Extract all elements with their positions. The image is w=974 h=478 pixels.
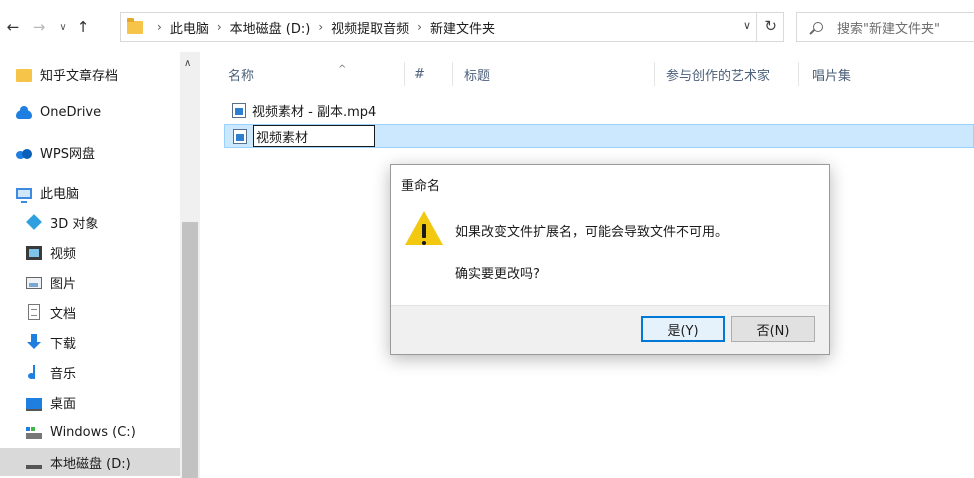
chevron-right-icon[interactable]: ›: [217, 20, 222, 34]
divider: [756, 13, 757, 41]
nav-item-label: 此电脑: [40, 186, 80, 202]
nav-item-label: 本地磁盘 (D:): [50, 456, 131, 472]
file-row-renaming[interactable]: [224, 124, 974, 148]
breadcrumb[interactable]: › 此电脑 › 本地磁盘 (D:) › 视频提取音频 › 新建文件夹 ∨ ↻: [120, 12, 784, 42]
arrow-left-icon: ←: [6, 18, 20, 36]
nav-item-downloads[interactable]: 下载: [0, 328, 180, 356]
scroll-up-arrow-icon[interactable]: ∧: [184, 58, 191, 69]
nav-item-onedrive[interactable]: OneDrive: [0, 98, 180, 126]
document-icon: [28, 304, 40, 320]
3d-objects-icon: [26, 214, 42, 230]
rename-input[interactable]: [253, 125, 375, 147]
music-icon: [26, 364, 42, 380]
breadcrumb-item[interactable]: 视频提取音频: [331, 18, 409, 37]
nav-item-drive-c[interactable]: Windows (C:): [0, 418, 180, 446]
drive-d-icon: [26, 464, 42, 469]
nav-item-wps[interactable]: WPS网盘: [0, 138, 180, 166]
nav-item-music[interactable]: 音乐: [0, 358, 180, 386]
download-icon: [26, 334, 42, 350]
column-header-album[interactable]: 唱片集: [812, 62, 912, 86]
file-row[interactable]: 视频素材 - 副本.mp4: [224, 98, 376, 122]
nav-item-label: Windows (C:): [50, 424, 136, 440]
computer-icon: [16, 187, 32, 203]
video-file-icon: [232, 102, 246, 118]
folder-icon: [16, 69, 32, 82]
dialog-message: 如果改变文件扩展名，可能会导致文件不可用。: [455, 225, 729, 240]
nav-item-this-pc[interactable]: 此电脑: [0, 178, 180, 206]
search-placeholder: 搜索"新建文件夹": [837, 21, 940, 37]
picture-icon: [26, 277, 42, 289]
arrow-right-icon: →: [32, 18, 46, 36]
drive-c-icon: [26, 426, 42, 439]
warning-icon-mark: [422, 224, 426, 238]
nav-item-label: 音乐: [50, 366, 77, 382]
forward-button[interactable]: →: [28, 16, 50, 38]
nav-item-label: 图片: [50, 276, 77, 292]
scrollbar-thumb[interactable]: [182, 222, 198, 478]
refresh-icon[interactable]: ↻: [764, 17, 777, 35]
column-divider[interactable]: [798, 62, 799, 86]
desktop-icon: [26, 397, 42, 411]
yes-button[interactable]: 是(Y): [641, 316, 725, 342]
folder-icon: [127, 17, 143, 34]
column-header-label: 参与创作的艺术家: [666, 68, 771, 84]
file-name: 视频素材 - 副本.mp4: [252, 104, 377, 120]
column-divider[interactable]: [404, 62, 405, 86]
column-header-title[interactable]: 标题: [464, 62, 644, 86]
search-icon: [813, 22, 823, 32]
nav-item-zhihu-archive[interactable]: 知乎文章存档: [0, 60, 180, 88]
nav-item-pictures[interactable]: 图片: [0, 268, 180, 296]
sort-ascending-icon: ^: [338, 64, 347, 75]
nav-item-label: WPS网盘: [40, 146, 95, 162]
nav-item-videos[interactable]: 视频: [0, 238, 180, 266]
up-button[interactable]: ↑: [72, 16, 94, 38]
nav-item-label: 视频: [50, 246, 77, 262]
nav-item-label: OneDrive: [40, 104, 102, 120]
nav-item-label: 文档: [50, 306, 77, 322]
warning-icon-dot: [422, 241, 426, 245]
dialog-title: 重命名: [401, 179, 441, 194]
column-header-label: 唱片集: [812, 68, 852, 84]
address-dropdown-icon[interactable]: ∨: [743, 19, 751, 32]
dialog-question: 确实要更改吗?: [455, 267, 540, 282]
video-file-icon: [233, 128, 247, 144]
column-header-artists[interactable]: 参与创作的艺术家: [666, 62, 796, 86]
chevron-right-icon[interactable]: ›: [417, 20, 422, 34]
breadcrumb-item-current[interactable]: 新建文件夹: [430, 18, 495, 37]
back-button[interactable]: ←: [2, 16, 24, 38]
nav-item-label: 桌面: [50, 396, 77, 412]
dialog-button-bar: 是(Y) 否(N): [391, 305, 829, 354]
chevron-right-icon[interactable]: ›: [157, 20, 162, 34]
column-divider[interactable]: [452, 62, 453, 86]
address-bar-row: ← → ∨ ↑ › 此电脑 › 本地磁盘 (D:) › 视频提取音频 › 新建文…: [0, 0, 974, 52]
nav-item-3d-objects[interactable]: 3D 对象: [0, 208, 180, 236]
navigation-pane: 知乎文章存档 OneDrive WPS网盘 此电脑 3D 对象 视频 图片 文档…: [0, 52, 200, 478]
column-header-name[interactable]: 名称 ^: [228, 62, 408, 86]
nav-item-label: 下载: [50, 336, 77, 352]
rename-dialog: 重命名 如果改变文件扩展名，可能会导致文件不可用。 确实要更改吗? 是(Y) 否…: [390, 164, 830, 355]
nav-item-documents[interactable]: 文档: [0, 298, 180, 326]
nav-item-drive-d[interactable]: 本地磁盘 (D:): [0, 448, 180, 476]
onedrive-cloud-icon: [16, 106, 32, 119]
column-divider[interactable]: [654, 62, 655, 86]
column-header-label: 名称: [228, 68, 255, 84]
video-icon: [26, 245, 42, 260]
nav-item-label: 3D 对象: [50, 216, 99, 232]
column-header-label: #: [414, 66, 425, 82]
column-header-label: 标题: [464, 68, 491, 84]
wps-cloud-icon: [16, 149, 32, 159]
breadcrumb-item[interactable]: 此电脑: [170, 18, 209, 37]
nav-item-desktop[interactable]: 桌面: [0, 388, 180, 416]
recent-locations-button[interactable]: ∨: [52, 16, 74, 38]
no-button[interactable]: 否(N): [731, 316, 815, 342]
chevron-down-icon: ∨: [59, 21, 67, 33]
arrow-up-icon: ↑: [76, 18, 90, 36]
nav-pane-scrollbar[interactable]: ∧: [180, 52, 200, 478]
breadcrumb-item[interactable]: 本地磁盘 (D:): [230, 18, 311, 37]
search-box[interactable]: 搜索"新建文件夹": [796, 12, 974, 42]
column-header-number[interactable]: #: [414, 62, 454, 86]
chevron-right-icon[interactable]: ›: [318, 20, 323, 34]
nav-item-label: 知乎文章存档: [40, 68, 119, 84]
